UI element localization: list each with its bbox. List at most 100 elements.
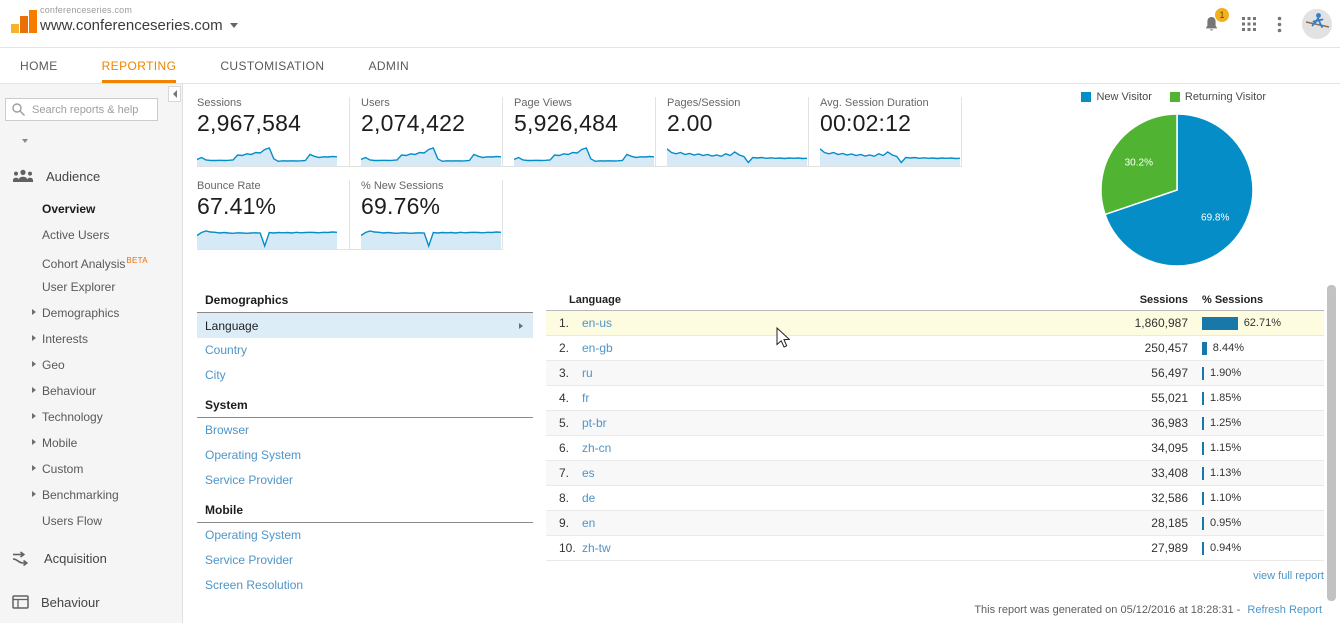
explorer-link-operating-system[interactable]: Operating System	[197, 443, 533, 468]
chevron-down-icon	[229, 23, 238, 28]
sparkline-chart	[361, 147, 501, 166]
language-link[interactable]: fr	[582, 391, 589, 405]
explorer-link-country[interactable]: Country	[197, 338, 533, 363]
notifications-button[interactable]: 1	[1202, 7, 1229, 34]
language-link[interactable]: es	[582, 466, 595, 480]
language-link[interactable]: de	[582, 491, 595, 505]
legend-new-visitor[interactable]: New Visitor	[1081, 91, 1152, 103]
sidebar-item-geo[interactable]: Geo	[0, 352, 182, 378]
user-avatar[interactable]	[1302, 9, 1332, 39]
table-row-fr[interactable]: 4. fr 55,021 1.85%	[546, 386, 1324, 411]
sidebar-item-mobile[interactable]: Mobile	[0, 430, 182, 456]
row-rank: 3.	[559, 366, 570, 380]
sidebar-item-label: User Explorer	[42, 280, 116, 294]
sidebar-item-overview-partial[interactable]: Overview	[0, 618, 182, 623]
table-row-de[interactable]: 8. de 32,586 1.10%	[546, 486, 1324, 511]
more-options-button[interactable]	[1277, 16, 1282, 33]
pct-sessions-cell: 8.44%	[1188, 341, 1324, 355]
sidebar-item-cohort-analysis[interactable]: Cohort AnalysisBETA	[0, 248, 182, 274]
metric-card-pages-session: Pages/Session 2.00	[656, 97, 809, 167]
sidebar-item-technology[interactable]: Technology	[0, 404, 182, 430]
language-link[interactable]: en	[582, 516, 595, 530]
pct-sessions-cell: 62.71%	[1188, 316, 1324, 330]
account-name: conferenceseries.com	[40, 5, 133, 15]
table-row-ru[interactable]: 3. ru 56,497 1.90%	[546, 361, 1324, 386]
explorer-panel: Demographics Language Country City System Bro…	[197, 290, 533, 598]
sidebar-item-custom[interactable]: Custom	[0, 456, 182, 482]
pct-sessions-value: 8.44%	[1212, 342, 1244, 354]
language-link[interactable]: pt-br	[582, 416, 607, 430]
sidebar-item-interests[interactable]: Interests	[0, 326, 182, 352]
sidebar-section-acquisition[interactable]: Acquisition	[0, 548, 182, 568]
explorer-link-operating-system[interactable]: Operating System	[197, 523, 533, 548]
pct-sessions-bar	[1202, 416, 1204, 430]
tab-home[interactable]: HOME	[20, 48, 58, 83]
sidebar-section-behaviour[interactable]: Behaviour	[0, 592, 182, 612]
language-link[interactable]: en-gb	[582, 341, 613, 355]
row-rank: 10.	[559, 541, 576, 555]
legend-swatch-blue	[1081, 92, 1092, 102]
tab-admin[interactable]: ADMIN	[368, 48, 409, 83]
metric-value: 5,926,484	[514, 110, 619, 136]
sidebar-item-benchmarking[interactable]: Benchmarking	[0, 482, 182, 508]
language-cell: 3. ru	[546, 366, 1076, 380]
view-full-report-wrap: view full report	[546, 570, 1324, 582]
language-link[interactable]: en-us	[582, 316, 612, 330]
pct-sessions-cell: 1.10%	[1188, 491, 1324, 505]
sessions-cell: 32,586	[1151, 491, 1188, 505]
table-row-zh-cn[interactable]: 6. zh-cn 34,095 1.15%	[546, 436, 1324, 461]
group-header-demographics: Demographics	[197, 290, 533, 313]
language-link[interactable]: zh-tw	[582, 541, 611, 555]
explorer-link-service-provider[interactable]: Service Provider	[197, 548, 533, 573]
sidebar-collapse-button[interactable]	[168, 86, 181, 102]
apps-grid-button[interactable]	[1241, 16, 1257, 32]
property-selector[interactable]: www.conferenceseries.com	[40, 17, 238, 34]
row-rank: 4.	[559, 391, 570, 405]
table-row-es[interactable]: 7. es 33,408 1.13%	[546, 461, 1324, 486]
pct-sessions-bar	[1202, 366, 1204, 380]
pct-sessions-bar	[1202, 341, 1207, 355]
tab-reporting[interactable]: REPORTING	[101, 48, 177, 83]
report-footer: This report was generated on 05/12/2016 …	[974, 604, 1322, 616]
metric-label: Page Views	[514, 97, 572, 109]
vertical-scrollbar	[1327, 285, 1336, 601]
group-header-mobile: Mobile	[197, 493, 533, 523]
view-full-report-link[interactable]: view full report	[1253, 570, 1324, 582]
explorer-link-service-provider[interactable]: Service Provider	[197, 468, 533, 493]
scrollbar-thumb[interactable]	[1327, 285, 1336, 601]
sidebar-item-user-explorer[interactable]: User Explorer	[0, 274, 182, 300]
metric-label: Pages/Session	[667, 97, 741, 109]
language-link[interactable]: ru	[582, 366, 593, 380]
search-input[interactable]	[5, 98, 158, 121]
column-header-pct-sessions[interactable]: % Sessions	[1188, 294, 1324, 306]
sidebar-item-active-users[interactable]: Active Users	[0, 222, 182, 248]
acquisition-icon	[12, 550, 29, 566]
table-row-en[interactable]: 9. en 28,185 0.95%	[546, 511, 1324, 536]
expand-arrow-icon	[32, 413, 36, 419]
explorer-link-city[interactable]: City	[197, 363, 533, 388]
language-link[interactable]: zh-cn	[582, 441, 611, 455]
sidebar-item-users-flow[interactable]: Users Flow	[0, 508, 182, 534]
refresh-report-link[interactable]: Refresh Report	[1247, 604, 1322, 616]
explorer-link-screen-resolution[interactable]: Screen Resolution	[197, 573, 533, 598]
explorer-link-language-selected[interactable]: Language	[197, 313, 533, 338]
sidebar-item-overview[interactable]: Overview	[0, 196, 182, 222]
table-row-pt-br[interactable]: 5. pt-br 36,983 1.25%	[546, 411, 1324, 436]
behaviour-icon	[12, 595, 29, 609]
sidebar: Audience Overview Active Users Cohort Anal…	[0, 84, 182, 623]
legend-returning-visitor[interactable]: Returning Visitor	[1169, 91, 1266, 103]
column-header-sessions[interactable]: Sessions	[1076, 294, 1188, 306]
table-row-en-gb[interactable]: 2. en-gb 250,457 8.44%	[546, 336, 1324, 361]
sidebar-item-demographics[interactable]: Demographics	[0, 300, 182, 326]
sessions-cell: 36,983	[1151, 416, 1188, 430]
table-row-zh-tw[interactable]: 10. zh-tw 27,989 0.94%	[546, 536, 1324, 561]
sidebar-item-label: Interests	[42, 332, 89, 346]
explorer-link-browser[interactable]: Browser	[197, 418, 533, 443]
sidebar-section-audience[interactable]: Audience	[0, 166, 182, 186]
pct-sessions-value: 1.13%	[1210, 467, 1242, 479]
tab-customisation[interactable]: CUSTOMISATION	[220, 48, 324, 83]
expand-arrow-icon	[32, 361, 36, 367]
table-row-en-us[interactable]: 1. en-us 1,860,987 62.71%	[546, 311, 1324, 336]
sidebar-item-label: Technology	[42, 410, 103, 424]
sidebar-item-behaviour[interactable]: Behaviour	[0, 378, 182, 404]
